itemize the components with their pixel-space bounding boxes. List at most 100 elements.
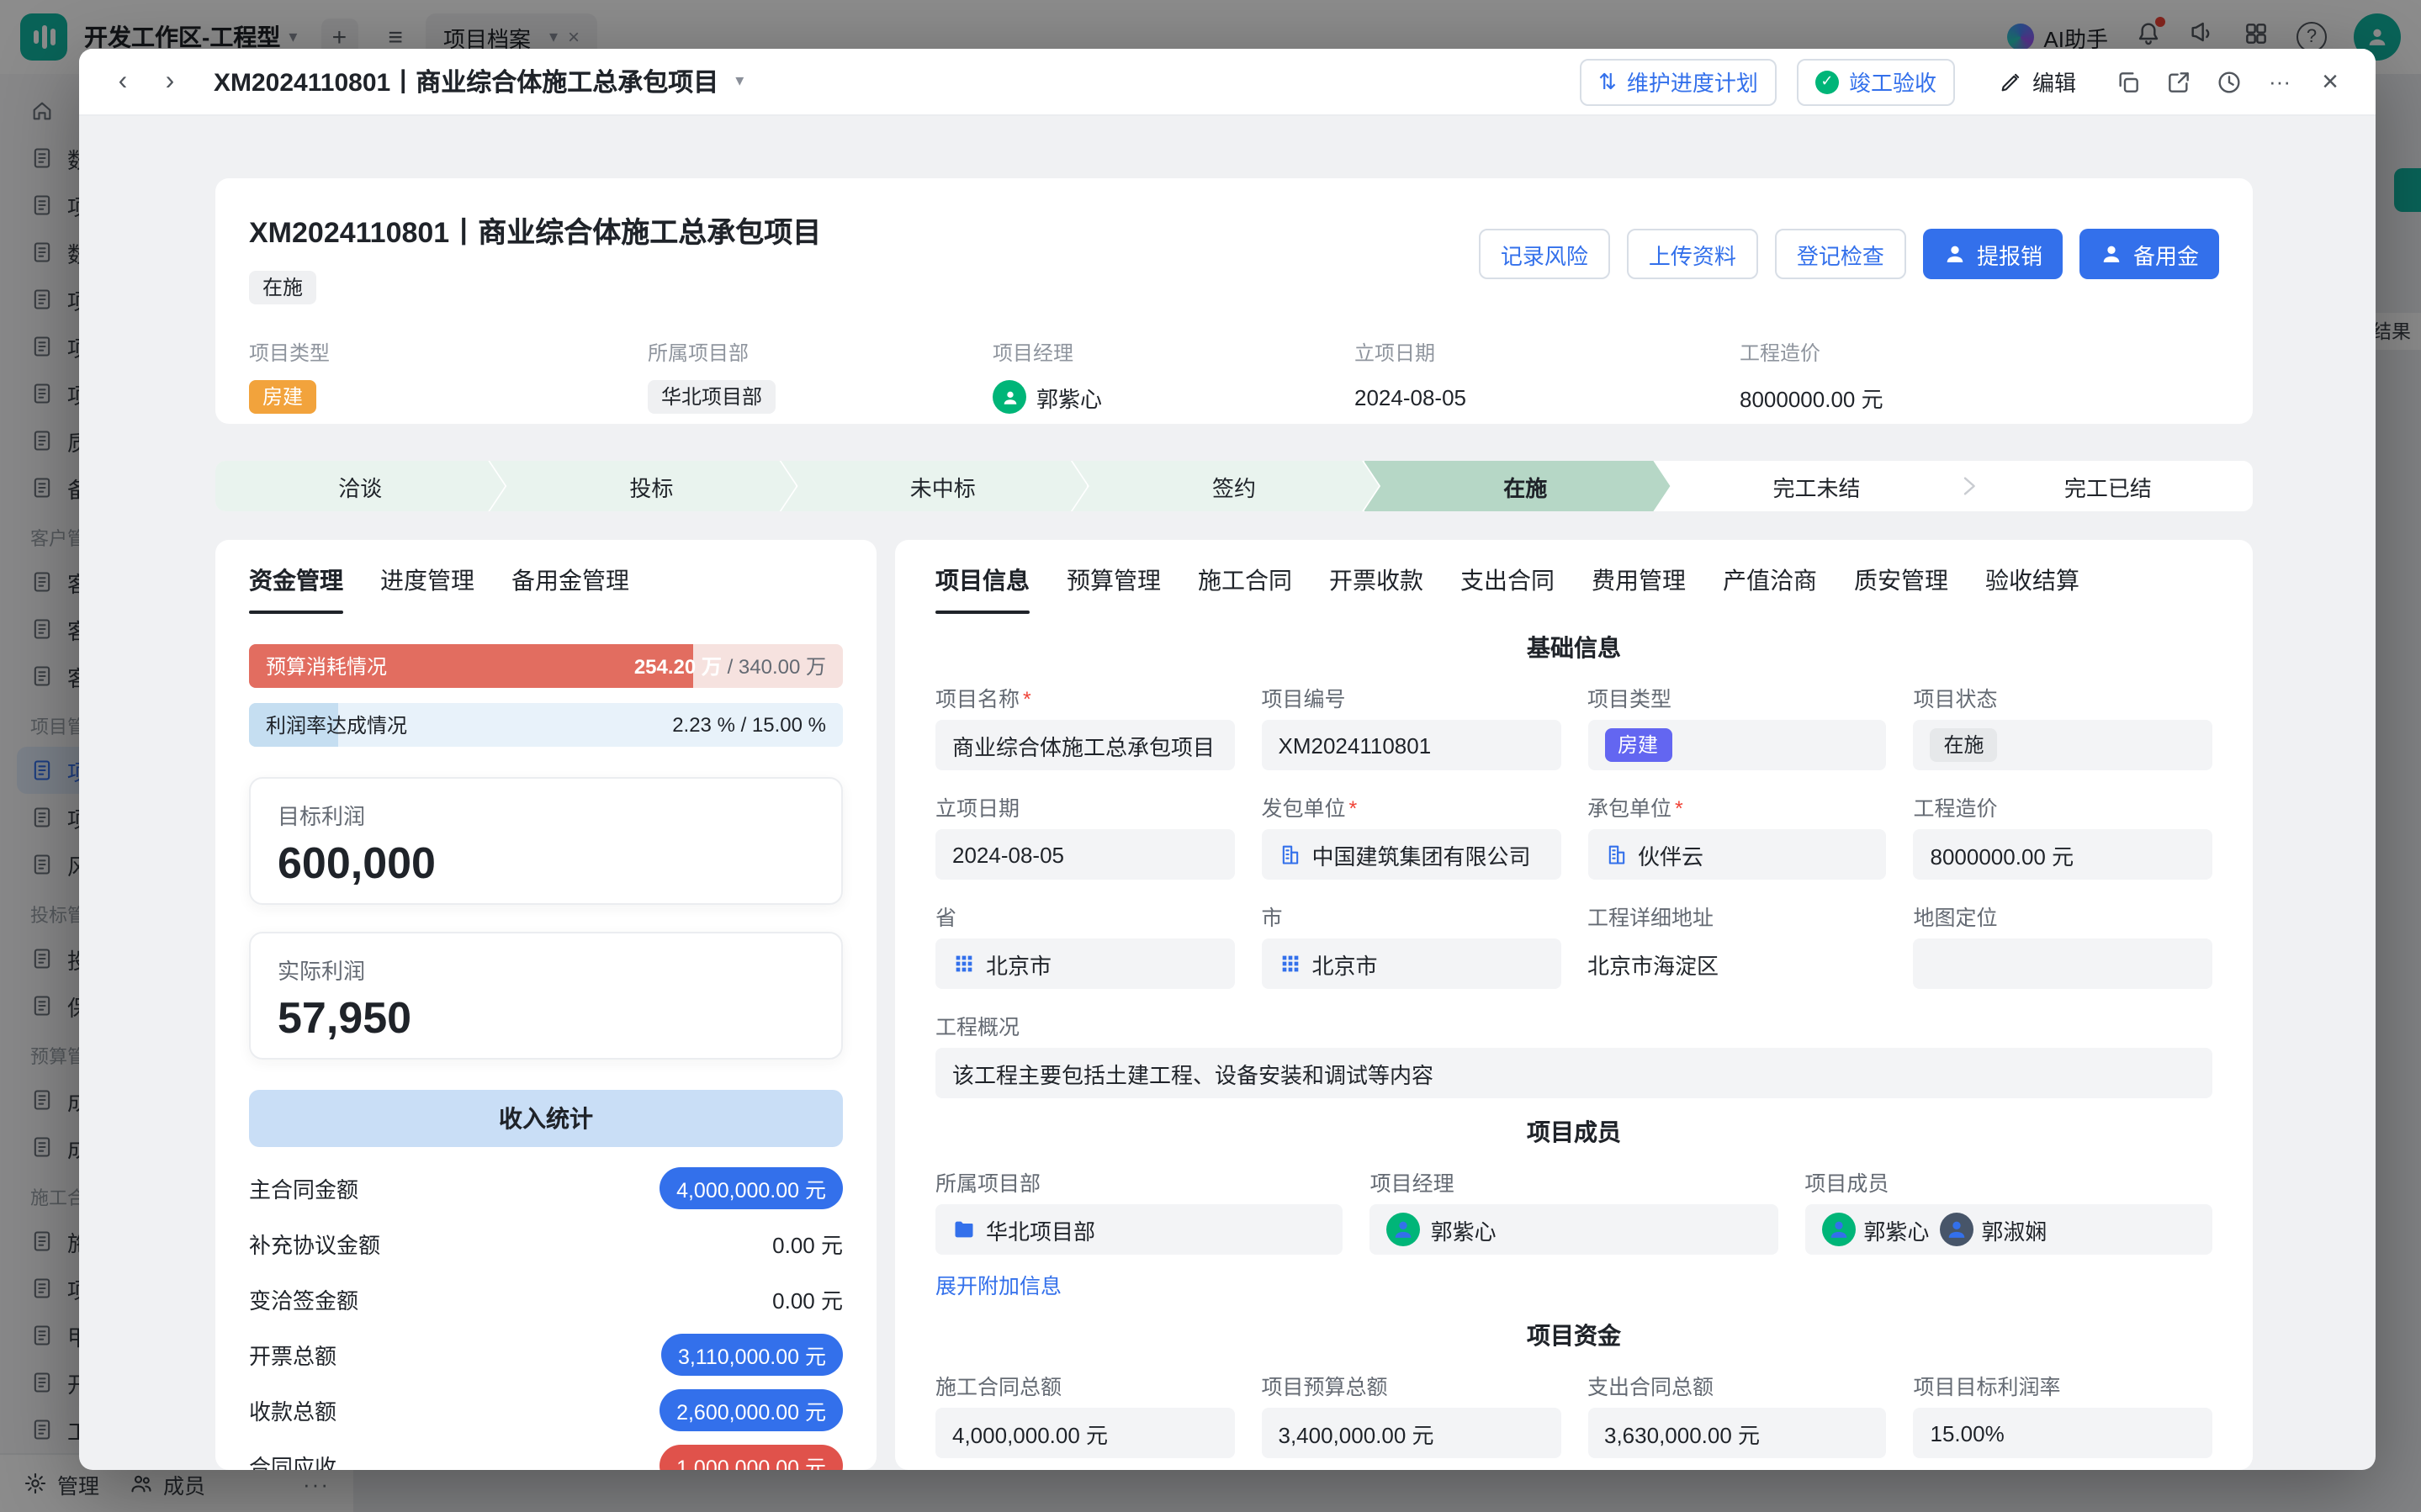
province-input[interactable]: 北京市 [935,938,1235,989]
amount-badge: 4,000,000.00 元 [660,1167,843,1209]
project-name-input[interactable]: 商业综合体施工总承包项目 [935,720,1235,770]
stage-finished-settled[interactable]: 完工已结 [1947,461,2253,511]
stage-separator-icon [1955,473,1982,500]
stage-in-construction-current[interactable]: 在施 [1364,461,1670,511]
required-mark: * [1349,797,1358,821]
tab-budget-management[interactable]: 预算管理 [1067,563,1161,614]
row-change-sign[interactable]: 变洽签金额 0.00 元 [249,1271,843,1327]
close-icon[interactable]: × [2308,60,2352,103]
more-icon[interactable]: ··· [2258,60,2302,103]
tab-petty-cash-management[interactable]: 备用金管理 [511,563,629,614]
register-check-button[interactable]: 登记检查 [1775,229,1906,279]
project-stage-bar: 洽谈 投标 未中标 签约 在施 完工未结 完工已结 [215,461,2253,511]
tab-quality-safety[interactable]: 质安管理 [1854,563,1948,614]
project-overview-input[interactable]: 该工程主要包括土建工程、设备安装和调试等内容 [935,1048,2212,1098]
construction-contract-total-input[interactable]: 4,000,000.00 元 [935,1408,1235,1458]
stage-bidding[interactable]: 投标 [490,461,796,511]
status-tag: 在施 [1931,728,1998,762]
edit-button[interactable]: 编辑 [1982,58,2093,105]
expand-extra-info-link[interactable]: 展开附加信息 [935,1268,1062,1300]
amount-badge: 3,110,000.00 元 [661,1334,843,1376]
completion-acceptance-button[interactable]: ✓ 竣工验收 [1797,58,1955,105]
start-date-input[interactable]: 2024-08-05 [935,829,1235,880]
tab-acceptance-settlement[interactable]: 验收结算 [1985,563,2079,614]
summary-field-cost: 工程造价 8000000.00 元 [1740,338,2219,414]
stage-finished-unsettled[interactable]: 完工未结 [1655,461,1961,511]
record-risk-button[interactable]: 记录风险 [1479,229,1610,279]
profit-rate-bar: 利润率达成情况 2.23 % / 15.00 % [249,703,843,747]
field-construction-contract-total: 施工合同总额 4,000,000.00 元 [935,1369,1235,1458]
tab-construction-contract[interactable]: 施工合同 [1198,563,1292,614]
section-basic-info: 基础信息 [935,631,2212,664]
field-project-type: 项目类型 房建 [1587,681,1887,770]
submit-expense-button[interactable]: 提报销 [1923,229,2063,279]
row-main-contract[interactable]: 主合同金额 4,000,000.00 元 [249,1160,843,1216]
manager-avatar [993,380,1026,414]
contractor-input[interactable]: 伙伴云 [1587,829,1887,880]
project-info-panel: 项目信息 预算管理 施工合同 开票收款 支出合同 费用管理 产值洽商 质安管理 … [895,540,2253,1470]
field-project-name: 项目名称* 商业综合体施工总承包项目 [935,681,1235,770]
field-project-members: 项目成员 郭紫心 郭淑娴 [1804,1166,2212,1302]
stage-signed[interactable]: 签约 [1073,461,1379,511]
department-input[interactable]: 华北项目部 [935,1204,1343,1255]
tab-expense-contract[interactable]: 支出合同 [1460,563,1555,614]
field-project-overview: 工程概况 该工程主要包括土建工程、设备安装和调试等内容 [935,1009,2212,1098]
status-tag: 在施 [249,271,316,304]
tab-project-info[interactable]: 项目信息 [935,563,1030,614]
sort-icon: ⇅ [1598,68,1617,95]
row-contract-receivable[interactable]: 合同应收 1,000,000.00 元 [249,1438,843,1470]
map-location-input[interactable] [1914,938,2213,989]
field-target-profit-rate: 项目目标利润率 15.00% [1914,1369,2213,1458]
income-statistics-button[interactable]: 收入统计 [249,1090,843,1147]
field-department: 所属项目部 华北项目部 展开附加信息 [935,1166,1343,1302]
check-icon: ✓ [1815,70,1839,93]
member-avatar [1939,1213,1973,1246]
budget-consumption-bar: 预算消耗情况 254.20 万 / 340.00 万 [249,644,843,688]
upload-file-button[interactable]: 上传资料 [1627,229,1758,279]
expense-contract-total-input[interactable]: 3,630,000.00 元 [1587,1408,1887,1458]
detail-address-value[interactable]: 北京市海淀区 [1587,938,1887,989]
budget-total-input[interactable]: 3,400,000.00 元 [1262,1408,1561,1458]
next-record-button[interactable]: › [150,61,190,102]
member-chip: 郭紫心 [1821,1213,1929,1246]
field-budget-total: 项目预算总额 3,400,000.00 元 [1262,1369,1561,1458]
city-input[interactable]: 北京市 [1262,938,1561,989]
target-profit-rate-input[interactable]: 15.00% [1914,1408,2213,1458]
maintain-schedule-button[interactable]: ⇅ 维护进度计划 [1580,58,1777,105]
stage-not-won[interactable]: 未中标 [781,461,1088,511]
tab-fund-management[interactable]: 资金管理 [249,563,343,614]
field-province: 省 北京市 [935,900,1235,989]
row-supplement-agreement[interactable]: 补充协议金额 0.00 元 [249,1216,843,1271]
tab-invoice-receipt[interactable]: 开票收款 [1329,563,1423,614]
row-invoiced-total[interactable]: 开票总额 3,110,000.00 元 [249,1327,843,1382]
field-project-status: 项目状态 在施 [1914,681,2213,770]
issuer-input[interactable]: 中国建筑集团有限公司 [1262,829,1561,880]
project-tabs: 项目信息 预算管理 施工合同 开票收款 支出合同 费用管理 产值洽商 质安管理 … [935,563,2212,614]
project-members-input[interactable]: 郭紫心 郭淑娴 [1804,1204,2212,1255]
project-summary-card: XM2024110801丨商业综合体施工总承包项目 在施 记录风险 上传资料 登… [215,178,2253,424]
tab-fee-management[interactable]: 费用管理 [1592,563,1686,614]
field-issuer: 发包单位* 中国建筑集团有限公司 [1262,790,1561,880]
finance-rows: 主合同金额 4,000,000.00 元 补充协议金额 0.00 元 变洽签金额… [249,1160,843,1470]
tab-progress-management[interactable]: 进度管理 [380,563,474,614]
finance-tabs: 资金管理 进度管理 备用金管理 [249,563,843,614]
member-avatar [1821,1213,1855,1246]
project-type-input[interactable]: 房建 [1587,720,1887,770]
project-code-input[interactable]: XM2024110801 [1262,720,1561,770]
title-caret-icon[interactable]: ▾ [735,72,744,91]
project-status-input[interactable]: 在施 [1914,720,2213,770]
copy-icon[interactable] [2106,60,2150,103]
project-manager-input[interactable]: 郭紫心 [1370,1204,1778,1255]
field-project-code: 项目编号 XM2024110801 [1262,681,1561,770]
person-icon [2100,242,2123,266]
share-icon[interactable] [2157,60,2201,103]
prev-record-button[interactable]: ‹ [103,61,143,102]
tab-output-negotiation[interactable]: 产值洽商 [1723,563,1817,614]
summary-field-department: 所属项目部 华北项目部 [648,338,993,414]
petty-cash-button[interactable]: 备用金 [2079,229,2219,279]
history-icon[interactable] [2207,60,2251,103]
row-received-total[interactable]: 收款总额 2,600,000.00 元 [249,1382,843,1438]
project-cost-input[interactable]: 8000000.00 元 [1914,829,2213,880]
stage-negotiation[interactable]: 洽谈 [215,461,505,511]
section-project-funds: 项目资金 [935,1319,2212,1352]
